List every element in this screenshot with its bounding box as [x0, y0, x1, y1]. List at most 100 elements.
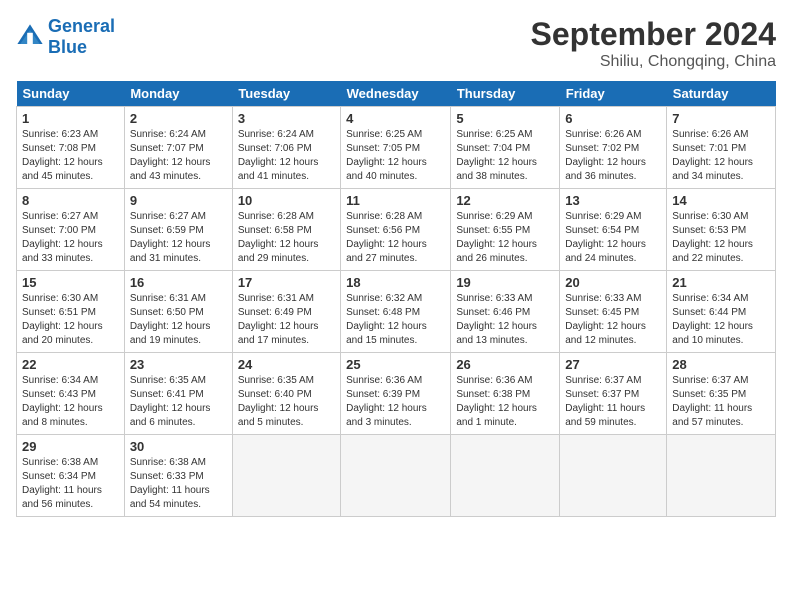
day-info: Sunrise: 6:29 AMSunset: 6:54 PMDaylight:…	[565, 210, 661, 266]
calendar-cell: 26Sunrise: 6:36 AMSunset: 6:38 PMDayligh…	[451, 353, 560, 435]
logo: General Blue	[16, 16, 115, 58]
day-info: Sunrise: 6:38 AMSunset: 6:33 PMDaylight:…	[130, 456, 227, 512]
dow-header: Monday	[124, 81, 232, 107]
calendar-cell: 25Sunrise: 6:36 AMSunset: 6:39 PMDayligh…	[341, 353, 451, 435]
calendar: SundayMondayTuesdayWednesdayThursdayFrid…	[16, 81, 776, 517]
day-number: 13	[565, 193, 661, 208]
calendar-cell: 16Sunrise: 6:31 AMSunset: 6:50 PMDayligh…	[124, 271, 232, 353]
dow-header: Saturday	[667, 81, 776, 107]
logo-general: General	[48, 16, 115, 36]
day-number: 12	[456, 193, 554, 208]
day-number: 18	[346, 275, 445, 290]
day-number: 19	[456, 275, 554, 290]
calendar-cell: 29 Sunrise: 6:38 AMSunset: 6:34 PMDayligh…	[17, 435, 125, 517]
day-number: 29	[22, 439, 119, 454]
logo-icon	[16, 23, 44, 51]
calendar-cell: 8Sunrise: 6:27 AMSunset: 7:00 PMDaylight…	[17, 189, 125, 271]
day-info: Sunrise: 6:34 AMSunset: 6:43 PMDaylight:…	[22, 374, 119, 430]
calendar-cell	[667, 435, 776, 517]
day-info: Sunrise: 6:28 AMSunset: 6:58 PMDaylight:…	[238, 210, 335, 266]
day-info: Sunrise: 6:32 AMSunset: 6:48 PMDaylight:…	[346, 292, 445, 348]
day-info: Sunrise: 6:29 AMSunset: 6:55 PMDaylight:…	[456, 210, 554, 266]
calendar-cell: 28 Sunrise: 6:37 AMSunset: 6:35 PMDayligh…	[667, 353, 776, 435]
day-info: Sunrise: 6:36 AMSunset: 6:38 PMDaylight:…	[456, 374, 554, 430]
day-number: 8	[22, 193, 119, 208]
day-info: Sunrise: 6:30 AMSunset: 6:53 PMDaylight:…	[672, 210, 770, 266]
calendar-week-row: 1 Sunrise: 6:23 AMSunset: 7:08 PMDaylight…	[17, 107, 776, 189]
logo-text: General Blue	[48, 16, 115, 58]
calendar-cell: 11Sunrise: 6:28 AMSunset: 6:56 PMDayligh…	[341, 189, 451, 271]
day-number: 28	[672, 357, 770, 372]
day-number: 1	[22, 111, 119, 126]
day-info: Sunrise: 6:25 AMSunset: 7:04 PMDaylight:…	[456, 128, 554, 184]
day-number: 15	[22, 275, 119, 290]
day-number: 20	[565, 275, 661, 290]
calendar-cell: 7Sunrise: 6:26 AMSunset: 7:01 PMDaylight…	[667, 107, 776, 189]
page-subtitle: Shiliu, Chongqing, China	[531, 53, 776, 71]
calendar-cell: 15Sunrise: 6:30 AMSunset: 6:51 PMDayligh…	[17, 271, 125, 353]
calendar-week-row: 15Sunrise: 6:30 AMSunset: 6:51 PMDayligh…	[17, 271, 776, 353]
day-info: Sunrise: 6:36 AMSunset: 6:39 PMDaylight:…	[346, 374, 445, 430]
calendar-cell	[341, 435, 451, 517]
calendar-cell: 3 Sunrise: 6:24 AMSunset: 7:06 PMDaylight…	[232, 107, 340, 189]
calendar-week-row: 22Sunrise: 6:34 AMSunset: 6:43 PMDayligh…	[17, 353, 776, 435]
dow-header: Tuesday	[232, 81, 340, 107]
calendar-cell: 1 Sunrise: 6:23 AMSunset: 7:08 PMDaylight…	[17, 107, 125, 189]
calendar-cell: 5Sunrise: 6:25 AMSunset: 7:04 PMDaylight…	[451, 107, 560, 189]
calendar-cell: 19 Sunrise: 6:33 AMSunset: 6:46 PMDayligh…	[451, 271, 560, 353]
day-info: Sunrise: 6:24 AMSunset: 7:06 PMDaylight:…	[238, 128, 335, 184]
day-info: Sunrise: 6:25 AMSunset: 7:05 PMDaylight:…	[346, 128, 445, 184]
calendar-cell: 14 Sunrise: 6:30 AMSunset: 6:53 PMDayligh…	[667, 189, 776, 271]
day-number: 16	[130, 275, 227, 290]
calendar-cell: 10 Sunrise: 6:28 AMSunset: 6:58 PMDayligh…	[232, 189, 340, 271]
calendar-cell	[560, 435, 667, 517]
calendar-cell: 30 Sunrise: 6:38 AMSunset: 6:33 PMDayligh…	[124, 435, 232, 517]
day-info: Sunrise: 6:23 AMSunset: 7:08 PMDaylight:…	[22, 128, 119, 184]
day-info: Sunrise: 6:33 AMSunset: 6:46 PMDaylight:…	[456, 292, 554, 348]
day-info: Sunrise: 6:26 AMSunset: 7:02 PMDaylight:…	[565, 128, 661, 184]
calendar-cell: 13 Sunrise: 6:29 AMSunset: 6:54 PMDayligh…	[560, 189, 667, 271]
header: General Blue September 2024 Shiliu, Chon…	[16, 16, 776, 71]
calendar-week-row: 8Sunrise: 6:27 AMSunset: 7:00 PMDaylight…	[17, 189, 776, 271]
day-number: 9	[130, 193, 227, 208]
day-number: 3	[238, 111, 335, 126]
page-title: September 2024	[531, 16, 776, 53]
day-info: Sunrise: 6:34 AMSunset: 6:44 PMDaylight:…	[672, 292, 770, 348]
title-block: September 2024 Shiliu, Chongqing, China	[531, 16, 776, 71]
day-info: Sunrise: 6:26 AMSunset: 7:01 PMDaylight:…	[672, 128, 770, 184]
day-info: Sunrise: 6:37 AMSunset: 6:35 PMDaylight:…	[672, 374, 770, 430]
day-info: Sunrise: 6:35 AMSunset: 6:41 PMDaylight:…	[130, 374, 227, 430]
calendar-cell: 22Sunrise: 6:34 AMSunset: 6:43 PMDayligh…	[17, 353, 125, 435]
day-info: Sunrise: 6:38 AMSunset: 6:34 PMDaylight:…	[22, 456, 119, 512]
day-info: Sunrise: 6:33 AMSunset: 6:45 PMDaylight:…	[565, 292, 661, 348]
calendar-cell: 21 Sunrise: 6:34 AMSunset: 6:44 PMDayligh…	[667, 271, 776, 353]
day-number: 30	[130, 439, 227, 454]
calendar-cell: 6Sunrise: 6:26 AMSunset: 7:02 PMDaylight…	[560, 107, 667, 189]
calendar-cell	[232, 435, 340, 517]
dow-header: Thursday	[451, 81, 560, 107]
day-info: Sunrise: 6:35 AMSunset: 6:40 PMDaylight:…	[238, 374, 335, 430]
calendar-cell: 23 Sunrise: 6:35 AMSunset: 6:41 PMDayligh…	[124, 353, 232, 435]
day-info: Sunrise: 6:37 AMSunset: 6:37 PMDaylight:…	[565, 374, 661, 430]
calendar-cell: 4 Sunrise: 6:25 AMSunset: 7:05 PMDaylight…	[341, 107, 451, 189]
day-number: 4	[346, 111, 445, 126]
day-info: Sunrise: 6:27 AMSunset: 6:59 PMDaylight:…	[130, 210, 227, 266]
day-number: 17	[238, 275, 335, 290]
calendar-cell: 27 Sunrise: 6:37 AMSunset: 6:37 PMDayligh…	[560, 353, 667, 435]
calendar-cell: 18 Sunrise: 6:32 AMSunset: 6:48 PMDayligh…	[341, 271, 451, 353]
calendar-cell	[451, 435, 560, 517]
day-number: 14	[672, 193, 770, 208]
calendar-cell: 20 Sunrise: 6:33 AMSunset: 6:45 PMDayligh…	[560, 271, 667, 353]
day-number: 27	[565, 357, 661, 372]
day-number: 11	[346, 193, 445, 208]
day-number: 10	[238, 193, 335, 208]
page: General Blue September 2024 Shiliu, Chon…	[0, 0, 792, 612]
day-number: 23	[130, 357, 227, 372]
calendar-cell: 17Sunrise: 6:31 AMSunset: 6:49 PMDayligh…	[232, 271, 340, 353]
dow-header: Friday	[560, 81, 667, 107]
calendar-cell: 24Sunrise: 6:35 AMSunset: 6:40 PMDayligh…	[232, 353, 340, 435]
calendar-body: 1 Sunrise: 6:23 AMSunset: 7:08 PMDaylight…	[17, 107, 776, 517]
day-number: 21	[672, 275, 770, 290]
calendar-cell: 12 Sunrise: 6:29 AMSunset: 6:55 PMDayligh…	[451, 189, 560, 271]
dow-header: Sunday	[17, 81, 125, 107]
